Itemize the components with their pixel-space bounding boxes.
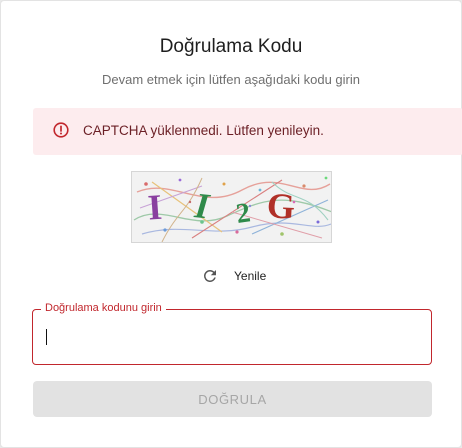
error-circle-icon — [53, 122, 69, 138]
alert-message: CAPTCHA yüklenmedi. Lütfen yenileyin. — [83, 123, 324, 138]
captcha-char-4: G — [266, 185, 296, 226]
captcha-noise: I I 2 G — [133, 176, 331, 242]
text-cursor — [46, 329, 47, 345]
captcha-image: I I 2 G — [131, 171, 332, 243]
dialog-title: Doğrulama Kodu — [159, 36, 303, 57]
refresh-label: Yenile — [234, 269, 267, 283]
verification-code-label: Doğrulama kodunu girin — [41, 302, 166, 314]
refresh-button[interactable]: Yenile — [201, 265, 266, 287]
verification-code-input[interactable] — [45, 323, 419, 351]
refresh-icon — [203, 270, 216, 282]
error-alert: CAPTCHA yüklenmedi. Lütfen yenileyin. — [33, 108, 462, 155]
verify-button[interactable]: DOĞRULA — [33, 381, 432, 417]
captcha-char-1: I — [147, 187, 164, 228]
dialog-subtitle: Devam etmek için lütfen aşağıdaki kodu g… — [102, 72, 360, 87]
verification-dialog: Doğrulama Kodu Devam etmek için lütfen a… — [0, 0, 462, 448]
captcha-char-3: 2 — [234, 197, 252, 230]
verification-code-field[interactable]: Doğrulama kodunu girin — [32, 302, 432, 365]
